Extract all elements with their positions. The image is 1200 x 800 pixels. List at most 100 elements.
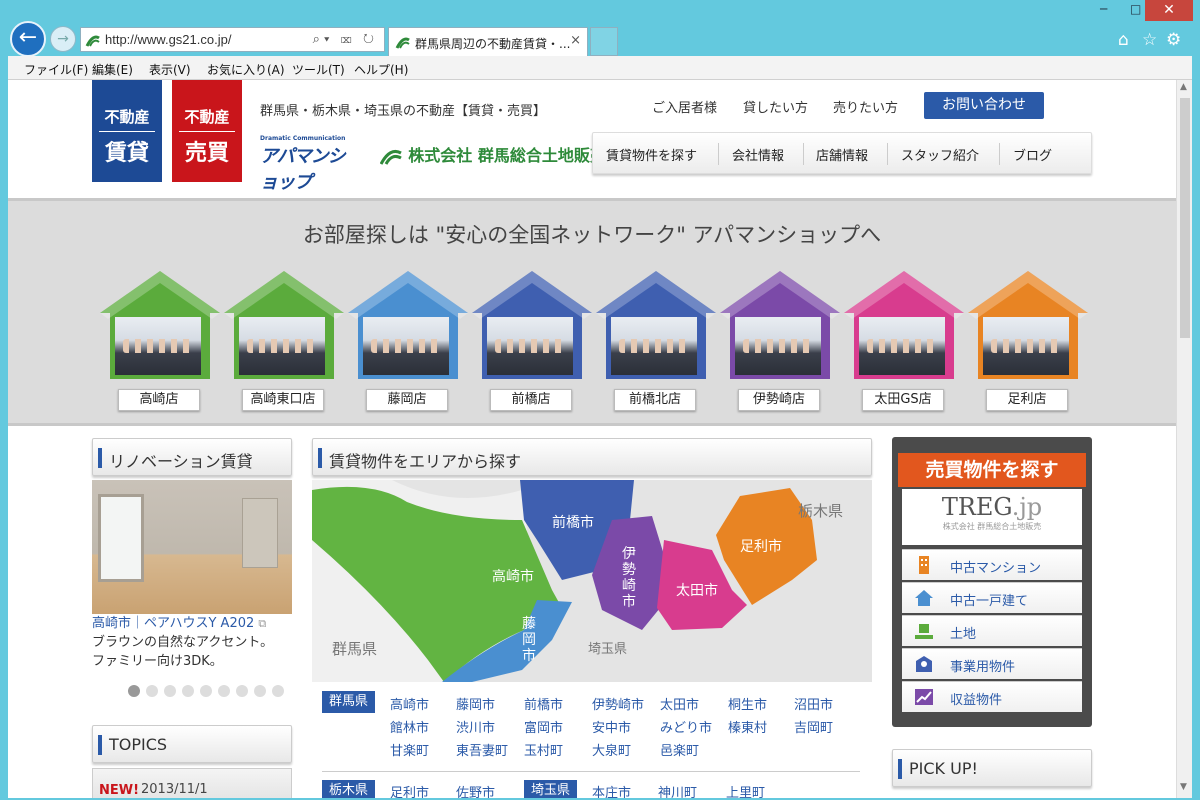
link-landlords[interactable]: 貸したい方 [743,97,808,116]
store-button[interactable]: 藤岡店 [366,389,448,411]
area-map[interactable]: 前橋市 高崎市 伊勢崎市 太田市 足利市 藤岡市 栃木県 群馬県 埼玉県 [312,480,872,682]
scroll-down-icon[interactable]: ▼ [1180,782,1187,792]
pickup-heading-box: PICK UP! [892,749,1092,787]
sale-item-mansion[interactable]: 中古マンション [902,549,1082,580]
sale-item-land[interactable]: 土地 [902,615,1082,646]
forward-button[interactable]: → [50,26,76,52]
apaman-logo[interactable]: Dramatic Communication アパマンショップ [260,135,360,193]
gear-icon[interactable]: ⚙ [1166,30,1181,50]
store-button[interactable]: 太田GS店 [862,389,944,411]
city-link[interactable]: 上里町 [726,782,765,798]
store-house[interactable] [718,269,842,381]
store-house[interactable] [222,269,346,381]
city-link[interactable]: 藤岡市 [456,694,495,713]
sale-item-house[interactable]: 中古一戸建て [902,582,1082,613]
badge-sale[interactable]: 不動産 売買 [172,80,242,182]
tab-close-icon[interactable]: × [570,33,581,48]
nav-rent-search[interactable]: 賃貸物件を探す [606,145,697,164]
address-bar[interactable]: http://www.gs21.co.jp/ ⌕▾ ⌧ ↻ [80,27,385,52]
city-link[interactable]: 甘楽町 [390,740,429,759]
badge-rent[interactable]: 不動産 賃貸 [92,80,162,182]
maximize-icon[interactable]: □ [1130,2,1141,16]
city-link[interactable]: 足利市 [390,782,429,798]
store-house[interactable] [98,269,222,381]
city-link[interactable]: 館林市 [390,717,429,736]
store-button[interactable]: 足利店 [986,389,1068,411]
city-link[interactable]: 本庄市 [592,782,631,798]
store-house[interactable] [966,269,1090,381]
nav-blog[interactable]: ブログ [1013,145,1052,164]
tab-favicon-icon [395,37,410,49]
home-icon[interactable]: ⌂ [1118,30,1129,50]
carousel-dot[interactable] [182,685,194,697]
menu-edit[interactable]: 編集(E) [92,61,133,78]
new-tab-button[interactable] [590,27,618,56]
carousel-dot[interactable] [200,685,212,697]
renovation-link[interactable]: 高崎市｜ペアハウスY A202 [92,616,254,631]
carousel-dot[interactable] [272,685,284,697]
apaman-logo-text: アパマンショップ [260,146,346,193]
link-sellers[interactable]: 売りたい方 [833,97,898,116]
minimize-icon[interactable]: ─ [1100,2,1107,16]
city-link[interactable]: 安中市 [592,717,631,736]
city-link[interactable]: 渋川市 [456,717,495,736]
store-button[interactable]: 前橋店 [490,389,572,411]
sale-search-title[interactable]: 売買物件を探す [898,453,1086,487]
contact-button[interactable]: お問い合わせ [924,92,1044,119]
store-button[interactable]: 高崎東口店 [242,389,324,411]
menu-view[interactable]: 表示(V) [149,61,191,78]
back-button[interactable]: ← [10,21,46,57]
city-link[interactable]: みどり市 [660,717,712,736]
city-link[interactable]: 高崎市 [390,694,429,713]
nav-company[interactable]: 会社情報 [732,145,784,164]
renovation-photo[interactable] [92,480,292,614]
carousel-dot[interactable] [164,685,176,697]
city-link[interactable]: 富岡市 [524,717,563,736]
city-link[interactable]: 伊勢崎市 [592,694,644,713]
address-controls[interactable]: ⌕▾ ⌧ ↻ [313,31,378,47]
menu-help[interactable]: ヘルプ(H) [354,61,408,78]
city-link[interactable]: 大泉町 [592,740,631,759]
store-house[interactable] [346,269,470,381]
city-link[interactable]: 神川町 [658,782,697,798]
city-link[interactable]: 前橋市 [524,694,563,713]
store-house[interactable] [594,269,718,381]
carousel-dot[interactable] [218,685,230,697]
carousel-dot[interactable] [146,685,158,697]
city-link[interactable]: 沼田市 [794,694,833,713]
nav-staff[interactable]: スタッフ紹介 [901,145,979,164]
city-link[interactable]: 桐生市 [728,694,767,713]
store-button[interactable]: 伊勢崎店 [738,389,820,411]
sale-item-income[interactable]: 収益物件 [902,681,1082,712]
city-link[interactable]: 太田市 [660,694,699,713]
city-link[interactable]: 玉村町 [524,740,563,759]
vertical-scrollbar[interactable]: ▲ ▼ [1176,80,1192,798]
city-link[interactable]: 東吾妻町 [456,740,508,759]
carousel-dot[interactable] [236,685,248,697]
menu-tools[interactable]: ツール(T) [292,61,345,78]
topics-item[interactable]: NEW! 2013/11/1 [92,768,292,798]
carousel-dot[interactable] [254,685,266,697]
carousel-dots[interactable] [128,682,290,701]
close-window-icon[interactable]: ✕ [1145,0,1193,21]
city-link[interactable]: 邑楽町 [660,740,699,759]
store-house[interactable] [842,269,966,381]
city-link[interactable]: 吉岡町 [794,717,833,736]
sale-item-business[interactable]: 事業用物件 [902,648,1082,679]
scroll-up-icon[interactable]: ▲ [1180,82,1187,92]
store-button[interactable]: 前橋北店 [614,389,696,411]
city-link[interactable]: 佐野市 [456,782,495,798]
link-residents[interactable]: ご入居者様 [652,97,717,116]
menu-file[interactable]: ファイル(F) [24,61,88,78]
nav-stores[interactable]: 店舗情報 [816,145,868,164]
gunma-logo[interactable]: 株式会社 群馬総合土地販売 [379,142,606,166]
carousel-dot[interactable] [128,685,140,697]
star-icon[interactable]: ☆ [1142,30,1157,50]
store-button[interactable]: 高崎店 [118,389,200,411]
city-link[interactable]: 榛東村 [728,717,767,736]
store-house[interactable] [470,269,594,381]
browser-tab[interactable]: 群馬県周辺の不動産賃貸・... × [388,27,588,56]
treg-logo[interactable]: TREG.jp 株式会社 群馬総合土地販売 [902,489,1082,545]
menu-favorites[interactable]: お気に入り(A) [207,61,285,78]
scrollbar-thumb[interactable] [1180,98,1190,338]
